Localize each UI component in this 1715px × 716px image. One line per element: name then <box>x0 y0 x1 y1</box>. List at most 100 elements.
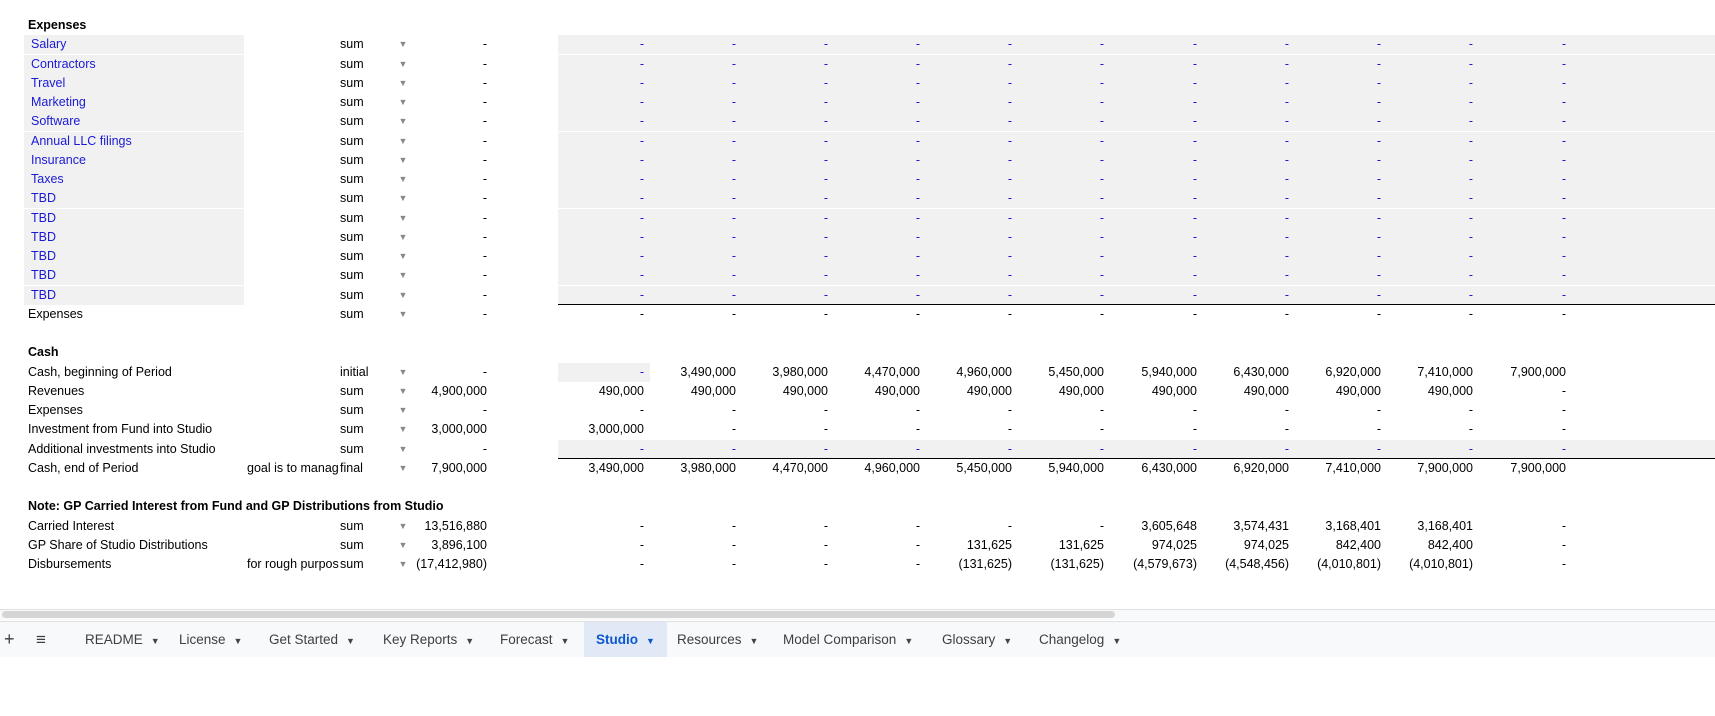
period-value[interactable]: - <box>832 132 920 151</box>
period-value[interactable]: - <box>832 55 920 74</box>
period-value[interactable]: - <box>1293 286 1381 305</box>
period-value[interactable]: - <box>1478 189 1566 208</box>
period-value[interactable]: - <box>1016 266 1104 285</box>
row-label[interactable]: TBD <box>24 285 244 305</box>
period-value[interactable]: - <box>1016 55 1104 74</box>
period-value[interactable]: - <box>924 440 1012 459</box>
caret-down-icon[interactable]: ▼ <box>904 636 913 646</box>
period-value[interactable]: - <box>832 112 920 131</box>
period-value[interactable]: - <box>740 74 828 93</box>
period-value[interactable]: - <box>648 151 736 170</box>
tab-readme[interactable]: README ▼ <box>73 622 172 657</box>
period-value[interactable]: - <box>1293 170 1381 189</box>
period-value[interactable]: - <box>556 286 644 305</box>
row-label[interactable]: Contractors <box>24 54 244 74</box>
period-value[interactable]: - <box>1016 151 1104 170</box>
period-value[interactable]: - <box>1201 247 1289 266</box>
caret-down-icon[interactable]: ▼ <box>151 636 160 646</box>
period-value[interactable]: - <box>924 247 1012 266</box>
period-value[interactable]: - <box>1109 55 1197 74</box>
period-value[interactable]: - <box>1201 286 1289 305</box>
period-value[interactable]: - <box>740 189 828 208</box>
period-value[interactable]: - <box>924 189 1012 208</box>
period-value[interactable]: - <box>740 93 828 112</box>
aggregation-select[interactable]: sum <box>340 35 400 54</box>
caret-down-icon[interactable]: ▼ <box>465 636 474 646</box>
period-value[interactable]: - <box>1109 189 1197 208</box>
period-value[interactable]: - <box>648 228 736 247</box>
period-value[interactable]: - <box>1016 93 1104 112</box>
period-value[interactable]: - <box>740 209 828 228</box>
period-value[interactable]: - <box>556 151 644 170</box>
aggregation-select[interactable]: sum <box>340 189 400 208</box>
period-value[interactable]: - <box>556 93 644 112</box>
period-value[interactable]: - <box>1478 440 1566 459</box>
period-value[interactable]: - <box>924 209 1012 228</box>
period-value[interactable]: - <box>1109 112 1197 131</box>
caret-down-icon[interactable]: ▼ <box>234 636 243 646</box>
row-label[interactable]: Salary <box>24 35 244 55</box>
period-value[interactable]: - <box>648 74 736 93</box>
period-value[interactable]: - <box>1293 440 1381 459</box>
period-value[interactable]: - <box>556 55 644 74</box>
period-value[interactable]: - <box>1478 247 1566 266</box>
row-label[interactable]: TBD <box>24 247 244 266</box>
period-value[interactable]: - <box>1293 55 1381 74</box>
period-value[interactable]: - <box>1201 55 1289 74</box>
period-value[interactable]: - <box>740 286 828 305</box>
period-value[interactable]: - <box>556 266 644 285</box>
period-value[interactable]: - <box>1201 266 1289 285</box>
period-value[interactable]: - <box>1478 74 1566 93</box>
period-value[interactable]: - <box>1293 112 1381 131</box>
caret-down-icon[interactable]: ▼ <box>750 636 759 646</box>
caret-down-icon[interactable]: ▼ <box>1112 636 1121 646</box>
period-value[interactable]: - <box>1109 132 1197 151</box>
caret-down-icon[interactable]: ▼ <box>346 636 355 646</box>
period-value[interactable]: - <box>1201 228 1289 247</box>
tab-forecast[interactable]: Forecast ▼ <box>488 622 581 657</box>
tab-glossary[interactable]: Glossary ▼ <box>930 622 1024 657</box>
period-value[interactable]: - <box>556 247 644 266</box>
period-value[interactable]: - <box>1385 170 1473 189</box>
aggregation-select[interactable]: sum <box>340 420 400 439</box>
period-value[interactable]: - <box>832 93 920 112</box>
tab-key-reports[interactable]: Key Reports ▼ <box>371 622 486 657</box>
period-value[interactable]: - <box>1109 440 1197 459</box>
aggregation-select[interactable]: sum <box>340 555 400 574</box>
aggregation-select[interactable]: initial <box>340 363 400 382</box>
row-label[interactable]: TBD <box>24 208 244 228</box>
period-value[interactable]: - <box>1293 132 1381 151</box>
tab-changelog[interactable]: Changelog ▼ <box>1027 622 1133 657</box>
period-value[interactable]: - <box>832 74 920 93</box>
row-label[interactable]: Travel <box>24 73 244 93</box>
period-value[interactable]: - <box>1385 228 1473 247</box>
period-value[interactable]: - <box>1109 35 1197 54</box>
period-value[interactable]: - <box>1478 55 1566 74</box>
row-label[interactable]: TBD <box>24 189 244 209</box>
period-value[interactable]: - <box>1016 35 1104 54</box>
period-value[interactable]: - <box>832 35 920 54</box>
period-value[interactable]: - <box>1385 74 1473 93</box>
period-value[interactable]: - <box>1016 247 1104 266</box>
period-value[interactable]: - <box>740 35 828 54</box>
period-value[interactable]: - <box>1385 55 1473 74</box>
period-value[interactable]: - <box>1016 440 1104 459</box>
period-value[interactable]: - <box>924 35 1012 54</box>
row-label[interactable]: Annual LLC filings <box>24 131 244 151</box>
aggregation-select[interactable]: sum <box>340 382 400 401</box>
period-value[interactable]: - <box>1293 35 1381 54</box>
row-label[interactable]: TBD <box>24 227 244 247</box>
period-value[interactable]: - <box>740 266 828 285</box>
period-value[interactable]: - <box>1109 93 1197 112</box>
period-value[interactable]: - <box>832 209 920 228</box>
period-value[interactable]: - <box>1109 151 1197 170</box>
period-value[interactable]: - <box>924 112 1012 131</box>
period-value[interactable]: - <box>556 132 644 151</box>
period-value[interactable]: - <box>648 266 736 285</box>
period-value[interactable]: - <box>832 266 920 285</box>
period-value[interactable]: - <box>556 440 644 459</box>
tab-resources[interactable]: Resources ▼ <box>665 622 770 657</box>
period-value[interactable]: - <box>1201 209 1289 228</box>
row-note[interactable]: for rough purpos <box>247 555 339 574</box>
period-value[interactable]: - <box>1385 112 1473 131</box>
